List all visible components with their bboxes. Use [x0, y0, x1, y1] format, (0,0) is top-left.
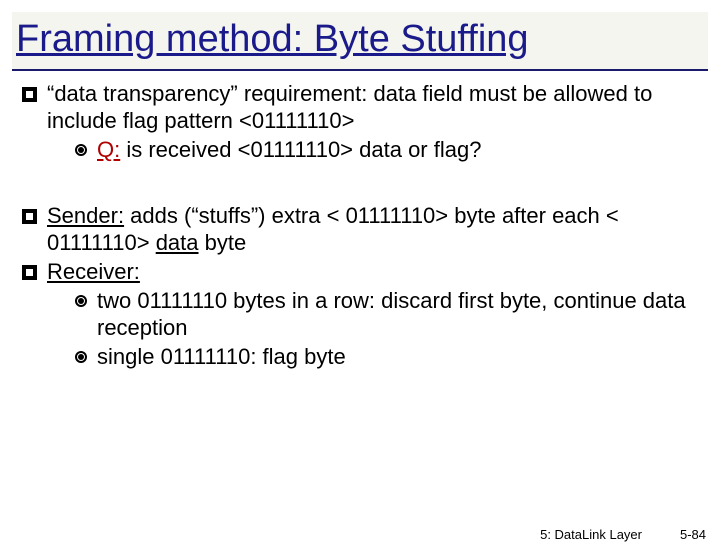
bullet-2-rest1: adds (“stuffs”) extra < 01111110> byte a… — [47, 203, 619, 255]
bullet-1-sub-text: Q: is received <01111110> data or flag? — [97, 137, 481, 164]
bullet-3: Receiver: two 01111110 bytes in a row: d… — [22, 259, 698, 370]
bullet-2-rest2: byte — [199, 230, 247, 255]
bullet-2-text: Sender: adds (“stuffs”) extra < 01111110… — [47, 203, 698, 257]
circle-bullet-icon — [75, 295, 87, 307]
bullet-3-text: Receiver: two 01111110 bytes in a row: d… — [47, 259, 698, 370]
bullet-1: “data transparency” requirement: data fi… — [22, 81, 698, 163]
spacer — [22, 165, 698, 203]
bullet-3-sub-1-text: two 01111110 bytes in a row: discard fir… — [97, 288, 698, 342]
bullet-1-sub: Q: is received <01111110> data or flag? — [75, 137, 698, 164]
data-underline: data — [156, 230, 199, 255]
bullet-3-sub-1: two 01111110 bytes in a row: discard fir… — [75, 288, 698, 342]
sender-label: Sender: — [47, 203, 124, 228]
slide-title: Framing method: Byte Stuffing — [16, 18, 529, 60]
q-label: Q: — [97, 137, 120, 162]
q-rest: is received <01111110> data or flag? — [120, 137, 481, 162]
bullet-1-text: “data transparency” requirement: data fi… — [47, 81, 698, 163]
circle-bullet-icon — [75, 351, 87, 363]
bullet-3-sub-2-text: single 01111110: flag byte — [97, 344, 346, 371]
bullet-1-part-a: “data transparency” requirement: — [47, 81, 367, 106]
circle-bullet-icon — [75, 144, 87, 156]
square-bullet-icon — [22, 87, 37, 102]
square-bullet-icon — [22, 265, 37, 280]
receiver-label: Receiver: — [47, 259, 140, 284]
bullet-2: Sender: adds (“stuffs”) extra < 01111110… — [22, 203, 698, 257]
slide-body: “data transparency” requirement: data fi… — [0, 77, 720, 370]
bullet-3-sub-2: single 01111110: flag byte — [75, 344, 698, 371]
title-bar: Framing method: Byte Stuffing — [12, 12, 708, 71]
square-bullet-icon — [22, 209, 37, 224]
